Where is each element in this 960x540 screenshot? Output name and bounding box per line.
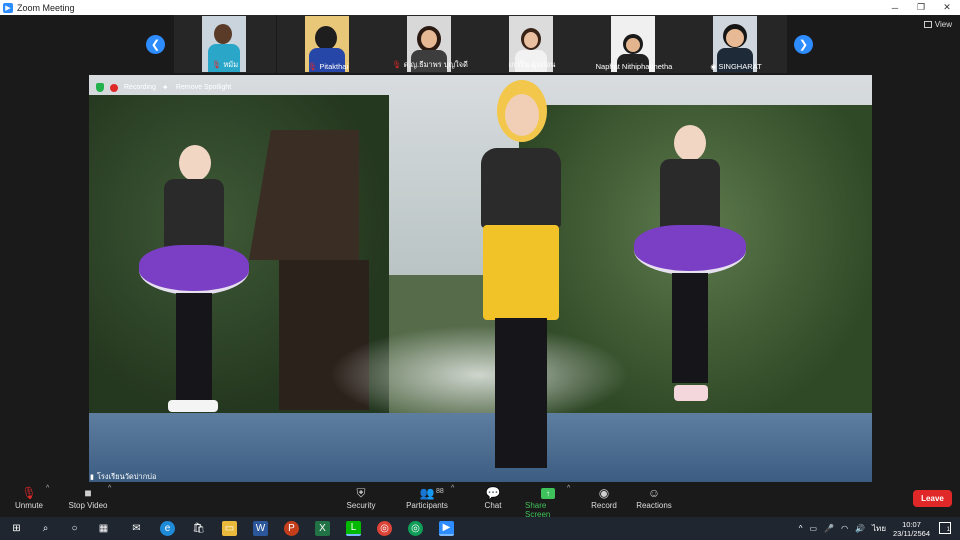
participant-thumbnail[interactable]: เกวริน ฉุ่มก่อน bbox=[481, 15, 583, 73]
participant-name: 🎙 ด.ญ.ธีมาพร บุญใจดี bbox=[392, 60, 468, 69]
chrome-icon[interactable]: ◎ bbox=[377, 521, 392, 536]
record-button[interactable]: ◉ Record bbox=[590, 485, 618, 510]
participant-name: Naphat Nithiphatmetha bbox=[595, 62, 673, 71]
unmute-button[interactable]: 🎙 Unmute bbox=[14, 485, 44, 510]
encryption-shield-icon bbox=[96, 83, 104, 92]
clock-date: 23/11/2564 bbox=[893, 528, 930, 538]
participant-thumbnail[interactable]: 🎙 หม้ม bbox=[174, 15, 276, 73]
participant-strip: ❮ 🎙 หม้ม 🎙 Pitakthai 🎙 ด.ญ.ธีมาพร บุญใจดี bbox=[0, 15, 960, 75]
windows-taskbar: ⊞ ⌕ ○ ▦ ✉ e 🛍 ▭ W P X L ◎ ◎ ▶ ^ ▭ 🎤 ◠ 🔊 … bbox=[0, 517, 960, 540]
chrome-profile-icon[interactable]: ◎ bbox=[408, 521, 423, 536]
participants-icon: 👥 bbox=[419, 486, 435, 500]
video-camera-icon: ■ bbox=[84, 486, 92, 500]
search-icon[interactable]: ⌕ bbox=[38, 521, 53, 536]
leave-button[interactable]: Leave bbox=[913, 490, 952, 507]
notification-count: 1 bbox=[946, 527, 950, 533]
participant-name: 🎙 หม้ม bbox=[211, 60, 239, 69]
video-person bbox=[634, 125, 754, 425]
title-bar: ▶ Zoom Meeting ─ ❐ ✕ bbox=[0, 0, 960, 15]
muted-mic-icon: 🎙 bbox=[21, 486, 37, 500]
record-icon: ◉ bbox=[598, 486, 610, 500]
security-button[interactable]: ⛨ Security bbox=[344, 485, 378, 511]
participants-options-caret[interactable]: ^ bbox=[451, 485, 454, 492]
spotlight-video[interactable] bbox=[89, 75, 872, 482]
notification-center-icon[interactable]: 1 bbox=[939, 522, 951, 534]
maximize-button[interactable]: ❐ bbox=[908, 0, 934, 15]
windows-start-icon[interactable]: ⊞ bbox=[9, 521, 24, 536]
smiley-plus-icon: ☺ bbox=[647, 486, 661, 500]
line-app-icon[interactable]: L bbox=[346, 521, 361, 536]
participant-name: ◉ SINGHARAT bbox=[710, 62, 762, 71]
reactions-button[interactable]: ☺ Reactions bbox=[636, 485, 672, 510]
close-button[interactable]: ✕ bbox=[934, 0, 960, 15]
participants-count-badge: 88 bbox=[436, 488, 444, 495]
view-button[interactable]: View bbox=[923, 20, 952, 29]
participant-thumbnail[interactable]: 🎙 Pitakthai bbox=[277, 15, 379, 73]
zoom-taskbar-icon[interactable]: ▶ bbox=[439, 521, 454, 536]
store-icon[interactable]: 🛍 bbox=[191, 521, 206, 536]
zoom-logo-icon: ▶ bbox=[3, 2, 13, 13]
wifi-icon[interactable]: ◠ bbox=[841, 524, 848, 533]
participant-thumbnail[interactable]: Naphat Nithiphatmetha bbox=[583, 15, 685, 73]
word-icon[interactable]: W bbox=[253, 521, 268, 536]
mail-icon[interactable]: ✉ bbox=[129, 521, 144, 536]
strip-next-button[interactable]: ❯ bbox=[794, 35, 813, 54]
language-indicator[interactable]: ไทย bbox=[872, 522, 886, 535]
video-person bbox=[134, 145, 254, 435]
edge-browser-icon[interactable]: e bbox=[160, 521, 175, 536]
share-screen-icon: ↑ bbox=[541, 485, 555, 501]
recording-label: Recording bbox=[124, 84, 156, 91]
muted-mic-icon: 🎙 bbox=[307, 62, 318, 71]
shield-icon: ⛨ bbox=[356, 485, 366, 500]
share-options-caret[interactable]: ^ bbox=[567, 485, 570, 492]
recording-icon bbox=[110, 83, 118, 92]
clock-time: 10:07 bbox=[902, 519, 921, 529]
participant-thumbnail[interactable]: 🎙 ด.ญ.ธีมาพร บุญใจดี bbox=[379, 15, 481, 73]
network-icon[interactable]: ▭ bbox=[810, 524, 818, 533]
share-screen-button[interactable]: ↑ Share Screen bbox=[525, 485, 571, 519]
participant-name: เกวริน ฉุ่มก่อน bbox=[508, 60, 556, 69]
chat-bubble-icon: 💬 bbox=[485, 486, 501, 500]
video-options-caret[interactable]: ^ bbox=[108, 485, 111, 492]
widgets-icon[interactable]: ▦ bbox=[96, 521, 111, 536]
strip-prev-button[interactable]: ❮ bbox=[146, 35, 165, 54]
powerpoint-icon[interactable]: P bbox=[284, 521, 299, 536]
window-title: Zoom Meeting bbox=[17, 2, 75, 13]
zoom-app-window: ▶ Zoom Meeting ─ ❐ ✕ ❮ 🎙 หม้ม 🎙 Pitakthai bbox=[0, 0, 960, 540]
grid-view-icon bbox=[923, 21, 932, 28]
tray-overflow-icon[interactable]: ^ bbox=[799, 524, 803, 533]
participant-name: 🎙 Pitakthai bbox=[307, 62, 349, 71]
remove-spotlight-button[interactable]: Remove Spotlight bbox=[176, 84, 231, 91]
muted-mic-icon: 🎙 bbox=[211, 60, 222, 69]
task-view-icon[interactable]: ○ bbox=[67, 521, 82, 536]
microphone-icon[interactable]: 🎤 bbox=[824, 524, 834, 533]
window-controls: ─ ❐ ✕ bbox=[882, 0, 960, 15]
meeting-toolbar: 🎙 Unmute ^ ■ Stop Video ^ ⛨ Security 👥 P… bbox=[0, 482, 960, 519]
chat-button[interactable]: 💬 Chat bbox=[482, 485, 504, 510]
stop-video-button[interactable]: ■ Stop Video bbox=[66, 485, 110, 510]
file-explorer-icon[interactable]: ▭ bbox=[222, 521, 237, 536]
taskbar-clock[interactable]: 10:07 23/11/2564 bbox=[893, 520, 930, 538]
volume-icon[interactable]: 🔊 bbox=[855, 524, 865, 533]
participant-thumbnail[interactable]: ◉ SINGHARAT bbox=[685, 15, 787, 73]
muted-mic-icon: 🎙 bbox=[392, 60, 402, 69]
video-person bbox=[449, 80, 589, 480]
host-icon: ◉ bbox=[710, 64, 717, 71]
signal-bars-icon: ▮ bbox=[90, 474, 94, 481]
excel-icon[interactable]: X bbox=[315, 521, 330, 536]
audio-options-caret[interactable]: ^ bbox=[46, 485, 49, 492]
pin-icon: ✦ bbox=[161, 82, 169, 92]
video-overlay-bar: Recording ✦ Remove Spotlight bbox=[96, 82, 231, 93]
system-tray: ^ ▭ 🎤 ◠ 🔊 ไทย 10:07 23/11/2564 bbox=[799, 517, 930, 540]
minimize-button[interactable]: ─ bbox=[882, 0, 908, 15]
